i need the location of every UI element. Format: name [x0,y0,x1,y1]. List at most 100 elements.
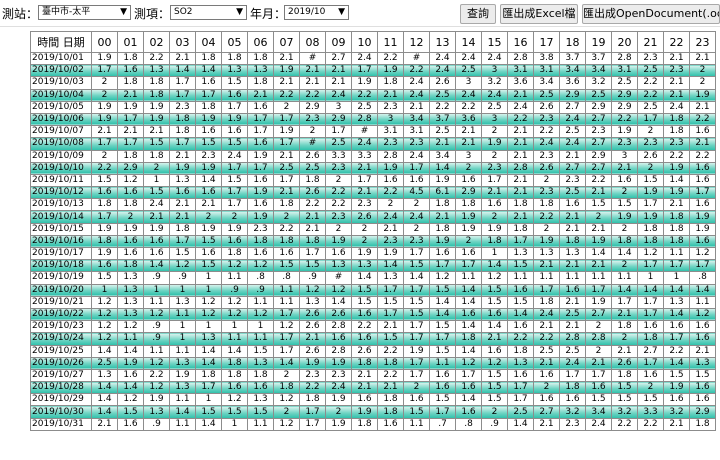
value-cell: 1.8 [273,381,300,395]
value-cell: # [325,271,352,285]
value-cell: 1 [91,283,118,297]
value-cell: 3.2 [559,405,586,419]
export-ods-button[interactable]: 匯出成OpenDocument(.ods)檔 [582,4,720,24]
hour-column-header: 15 [481,31,508,53]
value-cell: 2.2 [663,344,690,358]
value-cell: 1.9 [143,393,170,407]
value-cell: 1.8 [507,198,534,212]
value-cell: 1.2 [195,295,222,309]
value-cell: 1.5 [481,368,508,383]
value-cell: .9 [299,271,326,285]
value-cell: 2.1 [533,356,560,370]
value-cell: # [299,51,326,66]
table-row: 2019/10/16 1.8 1.6 1.6 1.7 1.5 1.6 1.8 1.8 1.8 1.9… [30,234,716,249]
value-cell: 1.8 [247,51,274,66]
value-cell: 1.8 [533,198,560,212]
table-header-row: 時間 日期 00 01 02 03 04 05 06 07 08 09 10 11 12 13 14 15 16… [30,31,716,53]
value-cell: 1.4 [91,381,118,395]
value-cell: 2 [273,100,300,114]
value-cell: 2.2 [429,100,456,114]
value-cell: 1.8 [507,344,534,358]
value-cell: 1.5 [195,259,222,273]
value-cell: 2.1 [169,51,196,66]
value-cell: 1.3 [169,295,196,309]
value-cell: 1.8 [351,356,378,370]
value-cell: 2.3 [533,149,560,163]
value-cell: 2.1 [91,417,118,431]
value-cell: 2.5 [429,125,456,139]
value-cell: 3.4 [533,76,560,90]
value-cell: 2.2 [455,100,482,114]
value-cell: 1.2 [429,271,456,285]
value-cell: 2.3 [663,137,690,151]
value-cell: 1.8 [429,222,456,236]
value-cell: 2.6 [299,320,326,334]
month-select[interactable]: 2019/10 ▼ [284,5,349,20]
value-cell: 1.4 [169,405,196,419]
value-cell: 2.1 [559,295,586,309]
value-cell: 1.2 [117,173,144,188]
value-cell: 2.2 [273,222,300,236]
value-cell: 1.8 [195,100,222,114]
value-cell: 2.3 [195,149,222,163]
value-cell: 2.3 [247,222,274,236]
value-cell: 2 [117,210,144,224]
value-cell: 1.8 [637,222,664,236]
value-cell: 1.4 [91,405,118,419]
value-cell: 2.4 [481,51,508,66]
value-cell: 1.5 [351,295,378,309]
value-cell: 1.4 [611,246,638,261]
value-cell: 1.5 [429,320,456,334]
value-cell: 1.4 [455,393,482,407]
value-cell: 1.9 [91,51,118,66]
date-cell: 2019/10/03 [30,76,92,90]
value-cell: 1 [221,417,248,431]
value-cell: 1.6 [325,332,352,346]
query-button[interactable]: 查詢 [460,4,496,24]
value-cell: 2.1 [351,186,378,200]
value-cell: 2.2 [299,381,326,395]
value-cell: 1.9 [117,356,144,370]
value-cell: 1.9 [117,100,144,114]
value-cell: 1.1 [169,307,196,322]
item-select[interactable]: SO2 ▼ [170,5,247,20]
value-cell: 3.6 [507,76,534,90]
value-cell: 1.9 [247,149,274,163]
value-cell: 3.1 [507,64,534,78]
value-cell: 1.4 [663,283,690,297]
value-cell: 1.8 [663,125,690,139]
value-cell: 1.2 [117,393,144,407]
value-cell: 1.6 [221,381,248,395]
value-cell: 1.1 [273,283,300,297]
value-cell: 2.4 [455,88,482,102]
value-cell: 1.9 [221,222,248,236]
value-cell: 2 [481,210,508,224]
table-row: 2019/10/11 1.5 1.2 1 1.3 1.4 1.5 1.6 1.7 1.8 2 1.7 1… [30,173,716,188]
value-cell: 2.1 [143,210,170,224]
value-cell: 2.7 [533,405,560,419]
value-cell: 1.9 [143,112,170,127]
value-cell: 2.4 [221,149,248,163]
table-row: 2019/10/20 1 1.3 1 1 1.9.9 1.1 1.2 1.2 1.5 1.7 1.7 1… [30,283,716,297]
table-row: 2019/10/09 2 1.8 1.8 2.1 2.3 2.4 1.9 2.1 2.6 3.3 3.… [30,149,716,163]
value-cell: 3 [377,112,404,127]
date-cell: 2019/10/22 [30,307,92,322]
value-cell: 2.4 [143,198,170,212]
value-cell: 2.5 [273,161,300,175]
value-cell: 2.2 [377,368,404,383]
value-cell: 2.1 [689,137,716,151]
value-cell: 2.9 [611,88,638,102]
value-cell: 2.2 [325,186,352,200]
table-row: 2019/10/15 1.9 1.9 1.9 1.8 1.9 1.9 2.3 2.2 2.1 2 2 2… [30,222,716,236]
value-cell: 2 [91,88,118,102]
value-cell: 1.7 [221,100,248,114]
value-cell: 1.8 [481,234,508,249]
value-cell: 3.1 [403,125,430,139]
export-excel-button[interactable]: 匯出成Excel檔 [500,4,578,24]
value-cell: 1.2 [91,307,118,322]
value-cell: 1.2 [247,307,274,322]
station-select[interactable]: 臺中市-太平 ▼ [38,5,131,20]
value-cell: 1.7 [247,125,274,139]
value-cell: 3.1 [377,125,404,139]
value-cell: 1.5 [689,368,716,383]
